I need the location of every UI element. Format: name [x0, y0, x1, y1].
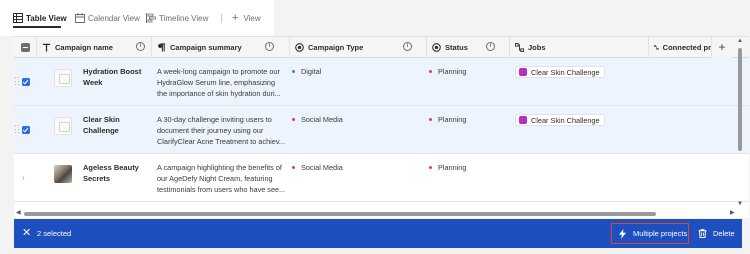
paragraph-icon: [158, 43, 166, 52]
drag-handle-icon[interactable]: [15, 77, 19, 86]
column-header-campaign-summary[interactable]: Campaign summary i: [151, 37, 289, 58]
campaign-summary: A campaign highlighting the benefits of …: [157, 163, 286, 194]
scroll-up-icon[interactable]: ▲: [737, 38, 743, 44]
multiple-projects-button[interactable]: Multiple projects: [611, 223, 689, 244]
chevron-right-icon[interactable]: ›: [22, 173, 25, 182]
tab-label: Table View: [26, 13, 67, 23]
job-label: Clear Skin Challenge: [531, 67, 600, 77]
info-icon[interactable]: i: [136, 42, 145, 51]
scroll-right-icon[interactable]: ▶: [730, 209, 735, 216]
job-chip[interactable]: Clear Skin Challenge: [515, 66, 605, 78]
campaign-name[interactable]: Clear Skin Challenge: [83, 114, 147, 136]
status-dot: [292, 70, 295, 73]
add-column-button[interactable]: +: [711, 37, 732, 58]
column-header-campaign-type[interactable]: Campaign Type i: [289, 37, 426, 58]
single-select-icon: [295, 43, 304, 52]
workfront-icon: [519, 68, 527, 76]
campaign-name[interactable]: Ageless Beauty Secrets: [83, 162, 147, 184]
campaign-table: Campaign name i Campaign summary i Campa…: [14, 36, 749, 218]
timeline-icon: [146, 13, 156, 23]
tab-label: Timeline View: [159, 13, 209, 23]
column-header-connected-projects[interactable]: Connected pr: [648, 37, 711, 58]
job-chip[interactable]: Clear Skin Challenge: [515, 114, 605, 126]
status-label: Planning: [438, 163, 467, 172]
campaign-type-value: Digital: [292, 67, 321, 76]
column-label: Connected pr: [662, 43, 711, 52]
button-label: Multiple projects: [633, 229, 688, 238]
drag-handle-icon[interactable]: [15, 125, 19, 134]
campaign-summary: A 30-day challenge inviting users to doc…: [157, 115, 286, 146]
table-icon: [13, 13, 23, 23]
table-row[interactable]: Hydration Boost Week A week-long campaig…: [14, 58, 749, 106]
workfront-icon: [519, 116, 527, 124]
tab-table-view[interactable]: Table View: [13, 9, 67, 27]
calendar-icon: [75, 13, 85, 23]
plus-icon: +: [232, 12, 239, 24]
campaign-summary: A week-long campaign to promote our Hydr…: [157, 67, 281, 98]
divider: [221, 13, 222, 23]
vertical-scrollbar[interactable]: ▲ ▼: [736, 38, 743, 210]
tab-timeline-view[interactable]: Timeline View: [146, 9, 208, 27]
active-tab-indicator: [13, 26, 61, 28]
column-label: Jobs: [528, 43, 546, 52]
trash-icon: [698, 229, 707, 238]
scroll-left-icon[interactable]: ◀: [16, 209, 21, 216]
selection-count: 2 selected: [37, 229, 72, 238]
info-icon[interactable]: i: [265, 42, 274, 51]
scrollbar-thumb[interactable]: [24, 212, 656, 216]
info-icon[interactable]: i: [486, 42, 495, 51]
column-label: Campaign name: [55, 43, 113, 52]
status-label: Planning: [438, 67, 467, 76]
status-label: Planning: [438, 115, 467, 124]
connection-icon: [654, 45, 659, 50]
delete-button[interactable]: Delete: [698, 223, 735, 244]
campaign-thumbnail: [54, 165, 72, 183]
scrollbar-thumb[interactable]: [737, 48, 742, 151]
add-view-button[interactable]: + View: [232, 9, 261, 27]
connection-icon: [515, 43, 524, 52]
lightning-icon: [619, 228, 626, 239]
row-checkbox[interactable]: [22, 78, 30, 86]
horizontal-scrollbar[interactable]: ◀ ▶: [14, 209, 738, 217]
type-label: Digital: [301, 67, 322, 76]
status-value: Planning: [429, 115, 466, 124]
close-icon[interactable]: ✕: [22, 227, 31, 239]
info-icon[interactable]: i: [403, 42, 412, 51]
image-placeholder-icon: [54, 69, 72, 87]
status-dot: [429, 166, 432, 169]
status-dot: [292, 118, 295, 121]
tab-label: Calendar View: [88, 13, 140, 23]
column-header-campaign-name[interactable]: Campaign name i: [36, 37, 151, 58]
button-label: Delete: [713, 229, 735, 238]
column-label: Campaign summary: [170, 43, 242, 52]
job-label: Clear Skin Challenge: [531, 115, 600, 125]
status-value: Planning: [429, 67, 466, 76]
select-all-checkbox[interactable]: [21, 43, 30, 52]
campaign-name[interactable]: Hydration Boost Week: [83, 66, 147, 88]
status-dot: [429, 118, 432, 121]
status-dot: [429, 70, 432, 73]
column-header-status[interactable]: Status i: [426, 37, 509, 58]
row-checkbox[interactable]: [22, 126, 30, 134]
table-row[interactable]: Clear Skin Challenge A 30-day challenge …: [14, 106, 749, 154]
image-placeholder-icon: [54, 117, 72, 135]
view-switcher: Table View Calendar View Timeline View +…: [0, 0, 274, 36]
text-type-icon: [42, 43, 51, 52]
type-label: Social Media: [301, 115, 343, 124]
column-label: Status: [445, 43, 468, 52]
status-dot: [292, 166, 295, 169]
selection-action-bar: ✕ 2 selected Multiple projects Delete: [14, 219, 742, 248]
tab-calendar-view[interactable]: Calendar View: [75, 9, 140, 27]
table-row[interactable]: › Ageless Beauty Secrets A campaign high…: [14, 154, 749, 202]
status-value: Planning: [429, 163, 466, 172]
scroll-down-icon[interactable]: ▼: [737, 201, 743, 207]
column-label: Campaign Type: [308, 43, 364, 52]
column-header-jobs[interactable]: Jobs: [509, 37, 648, 58]
type-label: Social Media: [301, 163, 343, 172]
single-select-icon: [432, 43, 441, 52]
campaign-type-value: Social Media: [292, 163, 343, 172]
campaign-type-value: Social Media: [292, 115, 343, 124]
table-header: Campaign name i Campaign summary i Campa…: [14, 37, 749, 58]
add-view-label: View: [243, 13, 261, 23]
